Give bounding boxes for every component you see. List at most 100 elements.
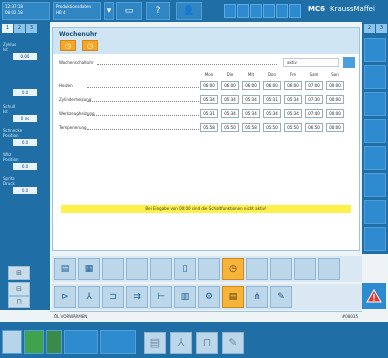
time-cell[interactable]: 05:34 — [200, 95, 218, 104]
tools-button[interactable]: ✎ — [270, 286, 292, 308]
right-button-7[interactable] — [364, 200, 386, 224]
time-cell[interactable]: 05:50 — [284, 123, 302, 132]
clock-tab-1[interactable]: ◷ — [60, 40, 76, 51]
nozzle-button[interactable]: ⇉ — [126, 286, 148, 308]
left-tab-3[interactable]: 3 — [26, 24, 37, 33]
tool-setup-icon: ✎ — [228, 336, 238, 349]
weekly-timer-select[interactable]: aktiv — [283, 58, 339, 67]
right-button-8[interactable] — [364, 227, 386, 251]
right-button-5[interactable] — [364, 146, 386, 170]
time-cell[interactable]: 07:00 — [305, 81, 323, 90]
time-cell[interactable]: 05:34 — [284, 109, 302, 118]
program-icon-button[interactable]: ▤ — [144, 332, 166, 354]
production-button[interactable]: ▤ — [222, 286, 244, 308]
dotted-leader — [97, 64, 277, 65]
time-cell[interactable]: 05:34 — [221, 109, 239, 118]
robot-icon-button[interactable]: ⊓ — [8, 296, 30, 308]
time-cell[interactable]: 06:50 — [305, 123, 323, 132]
machine-icon-button[interactable]: ⊞ — [8, 266, 30, 280]
process-icon-button[interactable]: ⊟ — [8, 282, 30, 296]
ejector-button[interactable]: ⅄ — [78, 286, 100, 308]
time-cell[interactable]: 06:00 — [221, 81, 239, 90]
right-button-2[interactable] — [364, 65, 386, 89]
toolbar-blank-4[interactable] — [198, 258, 220, 280]
toolbar-blank-8[interactable] — [318, 258, 340, 280]
graph-icon: ▥ — [180, 292, 190, 302]
mold-change-button[interactable]: ⊓ — [196, 332, 218, 354]
left-sidebar: 1 2 3 Zyklus Ist 0.00 0.0 Schuß Ist 0 ns… — [0, 22, 50, 254]
time-cell[interactable]: 00:00 — [326, 81, 344, 90]
time-cell[interactable]: 05:34 — [284, 95, 302, 104]
brand-mc6: MC6 — [308, 5, 325, 13]
graph-button[interactable]: ▥ — [174, 286, 196, 308]
clock-icon-button[interactable]: ◷ — [222, 258, 244, 280]
product-sub: HB 4 — [56, 10, 66, 15]
time-cell[interactable]: 00:00 — [326, 109, 344, 118]
mold-icon: ▭ — [124, 6, 134, 16]
mold-open-button[interactable]: ⊳ — [54, 286, 76, 308]
toolbar-blank-1[interactable] — [102, 258, 124, 280]
time-cell[interactable]: 06:00 — [242, 81, 260, 90]
left-field-screw: Schnecke Position 0.0 — [3, 128, 47, 146]
time-cell[interactable]: 05:58 — [200, 123, 218, 132]
ejector-icon: ⅄ — [86, 292, 92, 302]
robot-arm-button[interactable]: ⅄ — [170, 332, 192, 354]
status-square-3 — [250, 4, 262, 18]
screen-icon: ▤ — [60, 264, 70, 274]
day-header-thu: Don — [267, 72, 277, 77]
tool-setup-button[interactable]: ✎ — [222, 332, 244, 354]
time-cell[interactable]: 05:34 — [242, 95, 260, 104]
toolbar-blank-6[interactable] — [270, 258, 292, 280]
time-cell[interactable]: 00:00 — [326, 95, 344, 104]
dropdown-button[interactable]: ▾ — [104, 2, 114, 20]
user-button[interactable]: 👤 — [176, 2, 202, 20]
time-cell[interactable]: 05:50 — [221, 123, 239, 132]
right-button-3[interactable] — [364, 92, 386, 116]
time-cell[interactable]: 07:40 — [305, 109, 323, 118]
toolbar-blank-5[interactable] — [246, 258, 268, 280]
time-cell[interactable]: 06:00 — [284, 81, 302, 90]
clock-tab-2[interactable]: ◷ — [82, 40, 98, 51]
alarm-button[interactable] — [362, 283, 386, 309]
menu-button[interactable] — [2, 330, 22, 354]
network-button[interactable]: ⋔ — [246, 286, 268, 308]
clamp-button[interactable]: ⊢ — [150, 286, 172, 308]
left-tabs: 1 2 3 — [2, 24, 37, 33]
mold-button[interactable]: ▭ — [116, 2, 142, 20]
display-icon-button[interactable]: ▦ — [78, 258, 100, 280]
time-cell[interactable]: 06:00 — [200, 81, 218, 90]
day-header-fri: Fre — [289, 72, 297, 77]
clipboard-icon-button[interactable]: ▯ — [174, 258, 196, 280]
weekly-timer-dropdown[interactable] — [343, 57, 355, 68]
time-cell[interactable]: 05:34 — [263, 109, 281, 118]
screen-icon-button[interactable]: ▤ — [54, 258, 76, 280]
toolbar-blank-3[interactable] — [150, 258, 172, 280]
time-cell[interactable]: 07:30 — [305, 95, 323, 104]
time-cell[interactable]: 05:34 — [221, 95, 239, 104]
toolbar-blank-7[interactable] — [294, 258, 316, 280]
time-cell[interactable]: 05:31 — [200, 109, 218, 118]
table-row-tempering: Temperierung 05:58 05:50 05:58 05:50 05:… — [57, 122, 357, 133]
right-tab-3[interactable]: 3 — [376, 24, 387, 33]
right-button-6[interactable] — [364, 173, 386, 197]
time-cell[interactable]: 05:50 — [263, 123, 281, 132]
right-tab-2[interactable]: 2 — [364, 24, 375, 33]
production-data-button[interactable]: Produktionsdaten HB 4 — [53, 2, 101, 20]
ok-button[interactable] — [24, 330, 44, 354]
time-cell[interactable]: 00:00 — [326, 123, 344, 132]
left-tab-2[interactable]: 2 — [14, 24, 25, 33]
time-cell[interactable]: 05:31 — [263, 95, 281, 104]
time-cell[interactable]: 06:00 — [263, 81, 281, 90]
right-button-4[interactable] — [364, 119, 386, 143]
info-notice: Bei Eingabe von 00:00 sind die Schaltfun… — [61, 205, 351, 213]
injection-button[interactable]: ⊐ — [102, 286, 124, 308]
help-button[interactable]: ? — [146, 2, 170, 20]
network-icon: ⋔ — [253, 292, 261, 302]
left-tab-1[interactable]: 1 — [2, 24, 13, 33]
time-cell[interactable]: 05:58 — [242, 123, 260, 132]
settings-button[interactable]: ⚙ — [198, 286, 220, 308]
toolbar-blank-2[interactable] — [126, 258, 148, 280]
weekly-timer-row: Wochenschaltuhr aktiv — [57, 57, 355, 68]
right-button-1[interactable] — [364, 38, 386, 62]
time-cell[interactable]: 05:34 — [242, 109, 260, 118]
